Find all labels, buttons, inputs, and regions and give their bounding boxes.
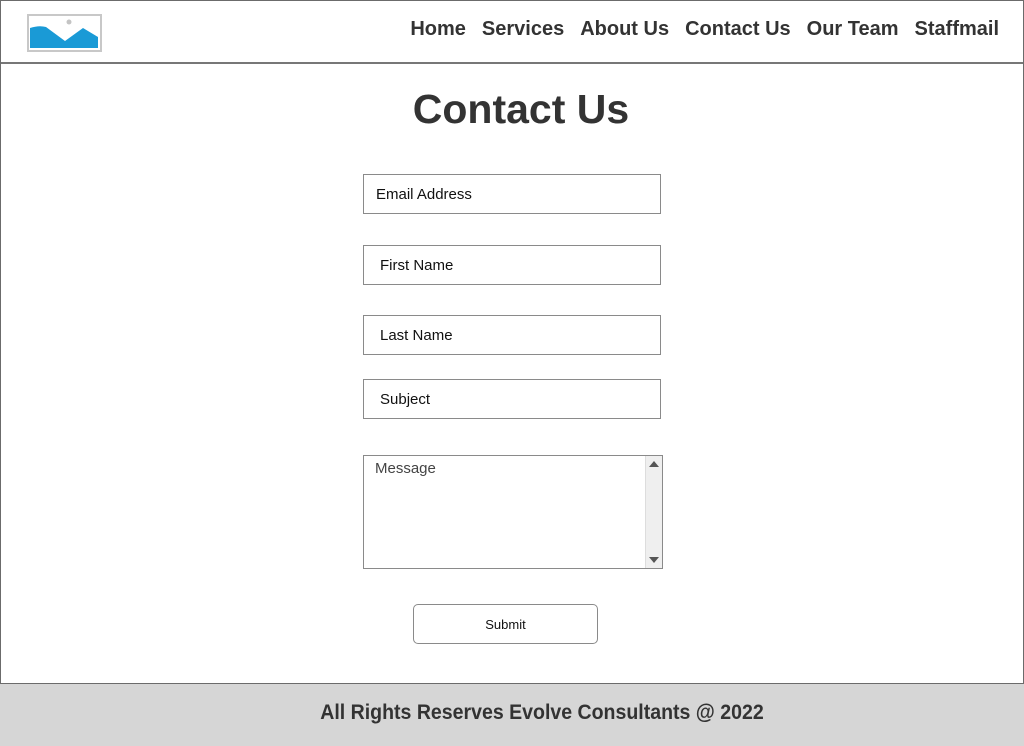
image-placeholder-icon xyxy=(29,16,100,50)
nav-contact-us[interactable]: Contact Us xyxy=(685,18,791,41)
nav-services[interactable]: Services xyxy=(482,18,564,41)
nav-our-team[interactable]: Our Team xyxy=(807,18,899,41)
scroll-up-arrow-icon[interactable] xyxy=(649,461,659,467)
email-field-box xyxy=(363,174,661,214)
email-field[interactable] xyxy=(364,175,660,213)
message-field-box xyxy=(363,455,663,569)
page-title: Contact Us xyxy=(412,86,630,132)
page-frame: Home Services About Us Contact Us Our Te… xyxy=(0,0,1024,684)
nav-about-us[interactable]: About Us xyxy=(580,18,669,41)
last-name-field[interactable] xyxy=(364,316,660,354)
main-navigation: Home Services About Us Contact Us Our Te… xyxy=(410,18,999,41)
submit-button[interactable]: Submit xyxy=(413,604,598,644)
scroll-down-arrow-icon[interactable] xyxy=(649,557,659,563)
first-name-field-box xyxy=(363,245,661,285)
site-footer: All Rights Reserves Evolve Consultants @… xyxy=(0,684,1024,746)
site-header: Home Services About Us Contact Us Our Te… xyxy=(1,1,1023,64)
last-name-field-box xyxy=(363,315,661,355)
message-field[interactable] xyxy=(364,456,645,568)
subject-field[interactable] xyxy=(364,380,660,418)
subject-field-box xyxy=(363,379,661,419)
site-logo[interactable] xyxy=(27,14,102,52)
nav-staffmail[interactable]: Staffmail xyxy=(915,18,999,41)
copyright-text: All Rights Reserves Evolve Consultants @… xyxy=(320,701,764,724)
first-name-field[interactable] xyxy=(364,246,660,284)
message-scrollbar[interactable] xyxy=(645,456,662,568)
nav-home[interactable]: Home xyxy=(410,18,466,41)
